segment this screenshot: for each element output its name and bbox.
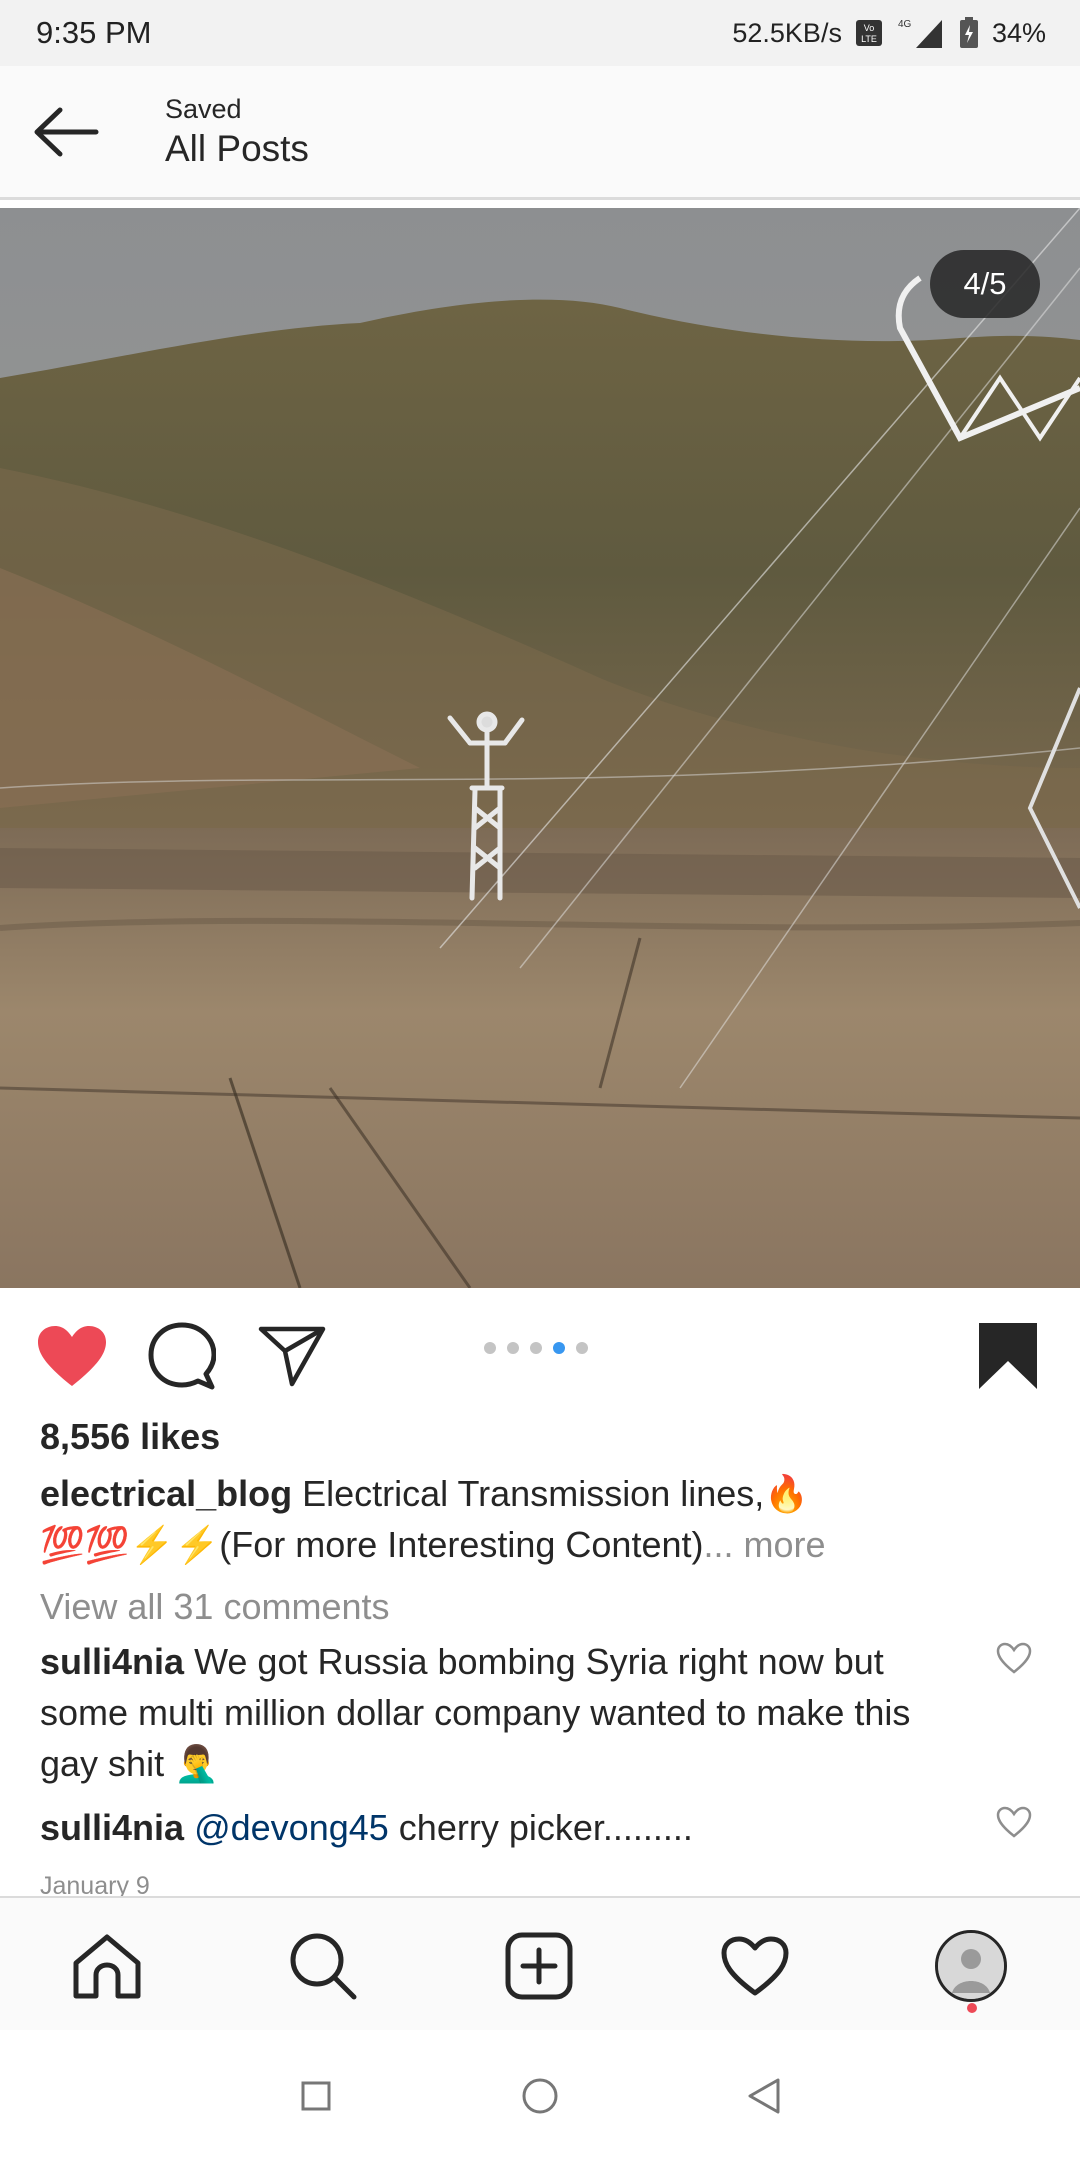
app-header: Saved All Posts [0, 66, 1080, 200]
page-title: All Posts [165, 128, 309, 169]
caption-emoji-line1: 🔥 [764, 1473, 810, 1514]
comment-text: cherry picker......... [398, 1807, 693, 1848]
back-button[interactable] [28, 102, 104, 162]
paper-plane-icon [258, 1326, 326, 1387]
caption-more-link[interactable]: ... more [704, 1524, 826, 1565]
triangle-back-icon [748, 2078, 780, 2114]
comment-item: sulli4nia We got Russia bombing Syria ri… [40, 1636, 960, 1789]
carousel-dot [484, 1342, 496, 1354]
nav-activity[interactable] [715, 1926, 795, 2006]
comment-button[interactable] [142, 1318, 222, 1394]
carousel-dot [530, 1342, 542, 1354]
back-system-button[interactable] [742, 2074, 786, 2118]
comment-username[interactable]: sulli4nia [40, 1641, 184, 1682]
comment-mention[interactable]: @devong45 [194, 1807, 389, 1848]
recents-button[interactable] [294, 2074, 338, 2118]
carousel-dots [484, 1342, 588, 1354]
nav-home[interactable] [67, 1926, 147, 2006]
network-speed: 52.5KB/s [732, 17, 842, 48]
status-right: 52.5KB/s Vo LTE 4G 34% [732, 16, 1046, 50]
svg-text:Vo: Vo [864, 23, 875, 33]
header-subtitle: Saved [165, 94, 242, 124]
carousel-dot-active [553, 1342, 565, 1354]
share-button[interactable] [252, 1318, 332, 1394]
bookmark-filled-icon [979, 1323, 1037, 1389]
signal-icon: 4G [896, 16, 946, 50]
comment-like-button[interactable] [996, 1642, 1036, 1678]
svg-text:LTE: LTE [861, 34, 877, 44]
status-time: 9:35 PM [36, 15, 152, 50]
heart-outline-icon [996, 1642, 1032, 1674]
like-button[interactable] [32, 1318, 112, 1394]
bottom-nav [0, 1896, 1080, 2030]
battery-icon [958, 16, 980, 50]
comment-item: sulli4nia @devong45 cherry picker.......… [40, 1802, 960, 1853]
caption-text-line2: (For more Interesting Content) [219, 1524, 704, 1565]
comment-username[interactable]: sulli4nia [40, 1807, 184, 1848]
nav-add-post[interactable] [499, 1926, 579, 2006]
carousel-counter: 4/5 [930, 250, 1040, 318]
home-icon [73, 1934, 141, 1999]
heart-outline-icon [721, 1936, 789, 1996]
notification-dot [967, 2003, 977, 2013]
caption-text-line1: Electrical Transmission lines, [302, 1473, 765, 1514]
heart-outline-icon [996, 1806, 1032, 1838]
arrow-left-icon [34, 107, 99, 157]
add-post-icon [505, 1932, 573, 2000]
nav-search[interactable] [283, 1926, 363, 2006]
view-all-comments-link[interactable]: View all 31 comments [40, 1586, 390, 1628]
save-button[interactable] [968, 1318, 1048, 1394]
carousel-dot [576, 1342, 588, 1354]
comment-like-button[interactable] [996, 1806, 1036, 1842]
comment-bubble-icon [148, 1322, 216, 1390]
square-icon [301, 2081, 331, 2111]
profile-avatar [935, 1930, 1007, 2002]
post-photo [0, 208, 1080, 1288]
comment-emoji: 🤦‍♂️ [174, 1743, 219, 1784]
battery-level: 34% [991, 17, 1046, 48]
search-icon [290, 1933, 357, 2000]
likes-count[interactable]: 8,556 likes [40, 1416, 220, 1458]
caption-emoji-line2: 💯💯⚡⚡ [40, 1524, 220, 1565]
heart-filled-icon [38, 1326, 106, 1386]
carousel-dot [507, 1342, 519, 1354]
nav-profile[interactable] [931, 1926, 1011, 2006]
circle-icon [522, 2078, 558, 2114]
home-system-button[interactable] [518, 2074, 562, 2118]
post-caption: electrical_blog Electrical Transmission … [40, 1468, 1040, 1570]
post-image[interactable]: 4/5 [0, 208, 1080, 1288]
volte-icon: Vo LTE [854, 18, 884, 48]
network-type: 4G [898, 19, 912, 30]
system-nav-bar [0, 2030, 1080, 2160]
status-bar: 9:35 PM 52.5KB/s Vo LTE 4G 34% [0, 0, 1080, 66]
caption-username[interactable]: electrical_blog [40, 1473, 292, 1514]
